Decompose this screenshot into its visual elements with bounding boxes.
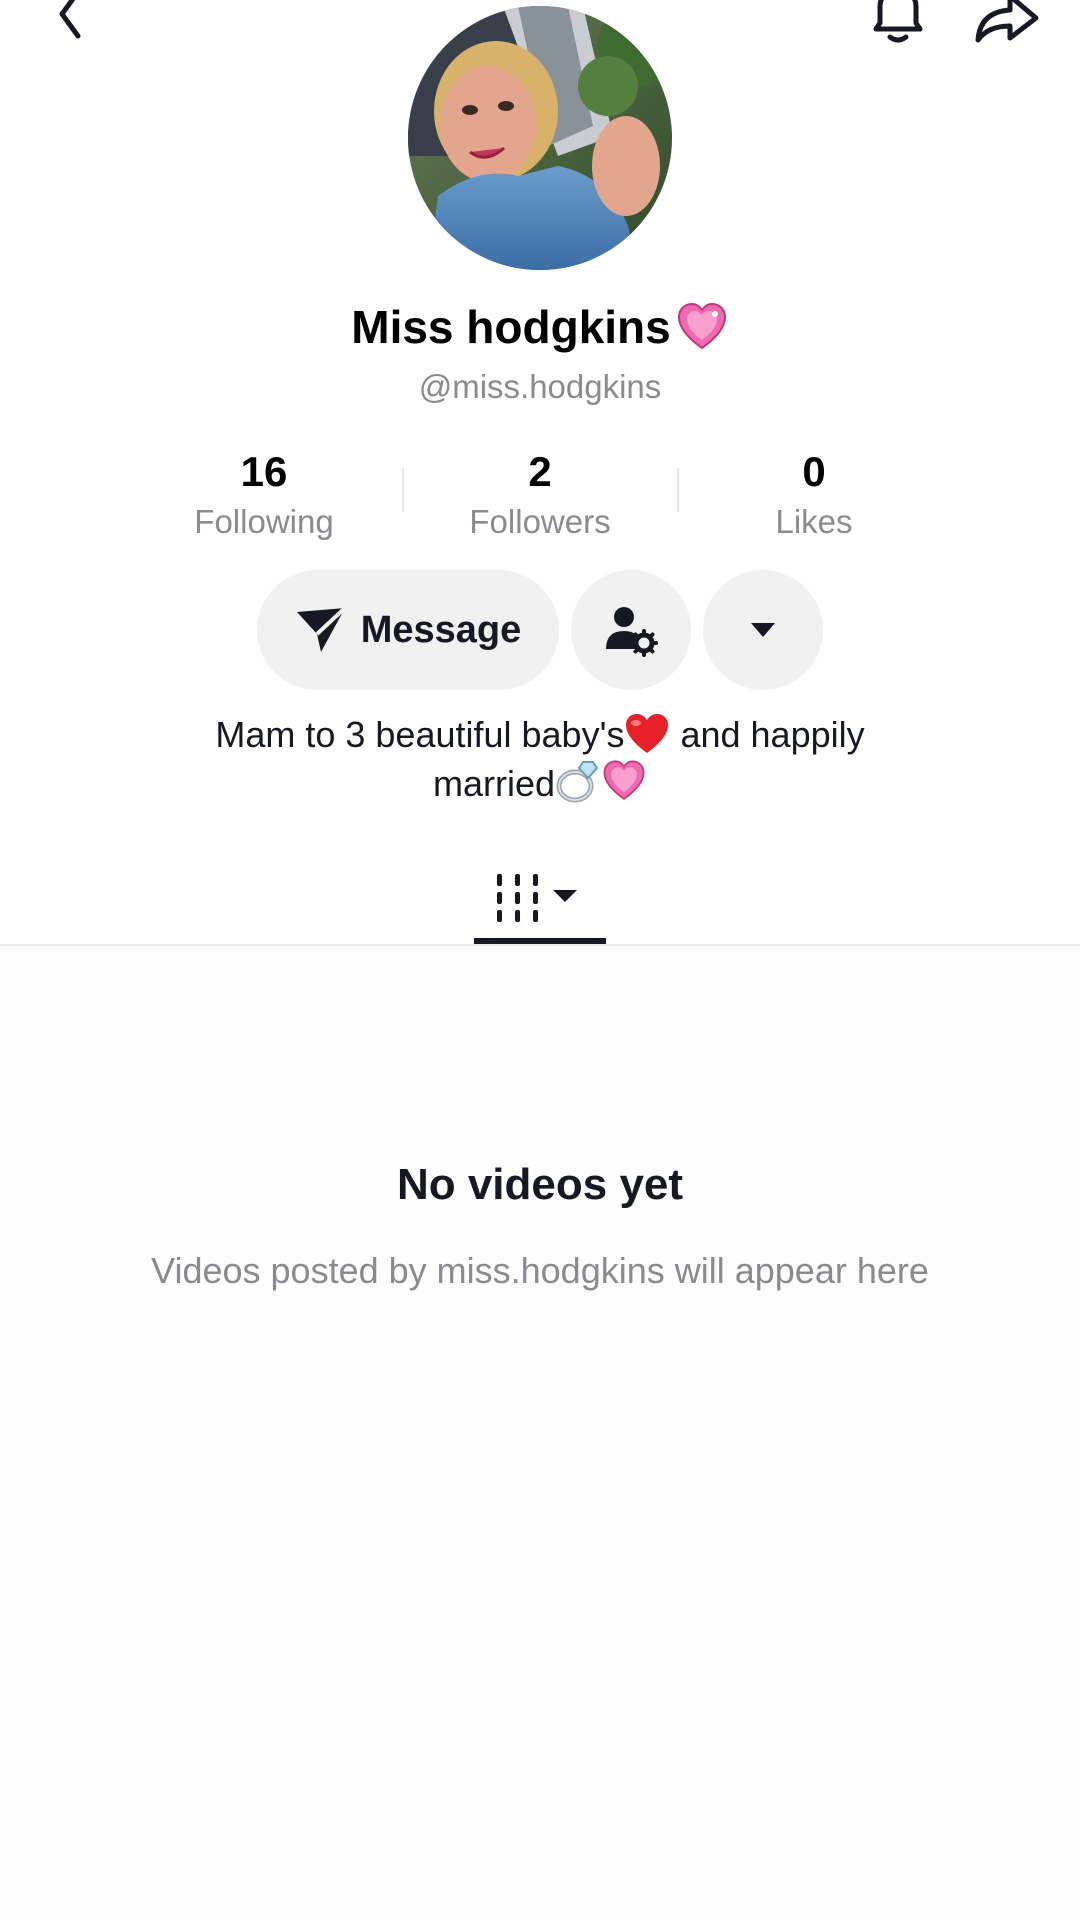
bio-line1-end: and happily — [670, 714, 865, 755]
profile-page: Miss hodgkins @miss.hodgkins 16 Followin… — [0, 0, 1080, 1920]
bio-line1: Mam to 3 beautiful baby's — [215, 714, 625, 755]
share-button[interactable] — [966, 0, 1046, 56]
follow-settings-button[interactable] — [571, 570, 691, 690]
share-arrow-icon — [975, 0, 1039, 43]
profile-stats: 16 Following 2 Followers 0 Likes — [0, 446, 1080, 546]
profile-tabbar — [0, 852, 1080, 946]
empty-state-title: No videos yet — [396, 1160, 684, 1209]
more-options-button[interactable] — [703, 570, 823, 690]
message-label: Message — [360, 608, 522, 651]
following-label: Following — [194, 503, 334, 540]
likes-label: Likes — [775, 503, 853, 540]
back-arrow-icon — [59, 0, 81, 39]
grid-icon — [497, 874, 577, 922]
user-gear-icon — [606, 607, 658, 657]
back-button[interactable] — [40, 0, 100, 44]
followers-label: Followers — [469, 503, 611, 540]
tab-videos[interactable] — [474, 852, 606, 944]
send-icon — [296, 606, 347, 652]
sparkling-heart-icon — [677, 302, 726, 350]
active-tab-indicator — [474, 938, 606, 944]
display-name-row: Miss hodgkins — [0, 300, 1080, 354]
bell-icon — [873, 0, 923, 43]
ring-icon — [556, 761, 599, 803]
stat-followers[interactable]: 2 Followers — [410, 446, 670, 544]
profile-actions: Message — [0, 570, 1080, 690]
message-button[interactable]: Message — [257, 570, 559, 690]
red-heart-icon — [626, 714, 669, 753]
avatar-photo — [408, 6, 672, 270]
following-count: 16 — [240, 448, 288, 495]
likes-count: 0 — [802, 448, 826, 495]
bio-line2: married — [432, 763, 556, 804]
avatar[interactable] — [408, 6, 672, 270]
caret-down-icon — [751, 623, 775, 637]
display-name: Miss hodgkins — [351, 301, 671, 353]
stats-divider — [402, 468, 404, 512]
username: @miss.hodgkins — [418, 368, 662, 405]
stats-divider — [677, 468, 679, 512]
stat-likes[interactable]: 0 Likes — [684, 446, 944, 544]
empty-state-subtitle: Videos posted by miss.hodgkins will appe… — [151, 1250, 929, 1291]
sparkling-heart-icon — [603, 760, 645, 800]
profile-header: Miss hodgkins @miss.hodgkins 16 Followin… — [0, 0, 1080, 946]
profile-bio: Mam to 3 beautiful baby's and happily ma… — [140, 712, 940, 807]
stat-following[interactable]: 16 Following — [134, 446, 394, 544]
followers-count: 2 — [528, 448, 552, 495]
notification-button[interactable] — [862, 0, 934, 56]
